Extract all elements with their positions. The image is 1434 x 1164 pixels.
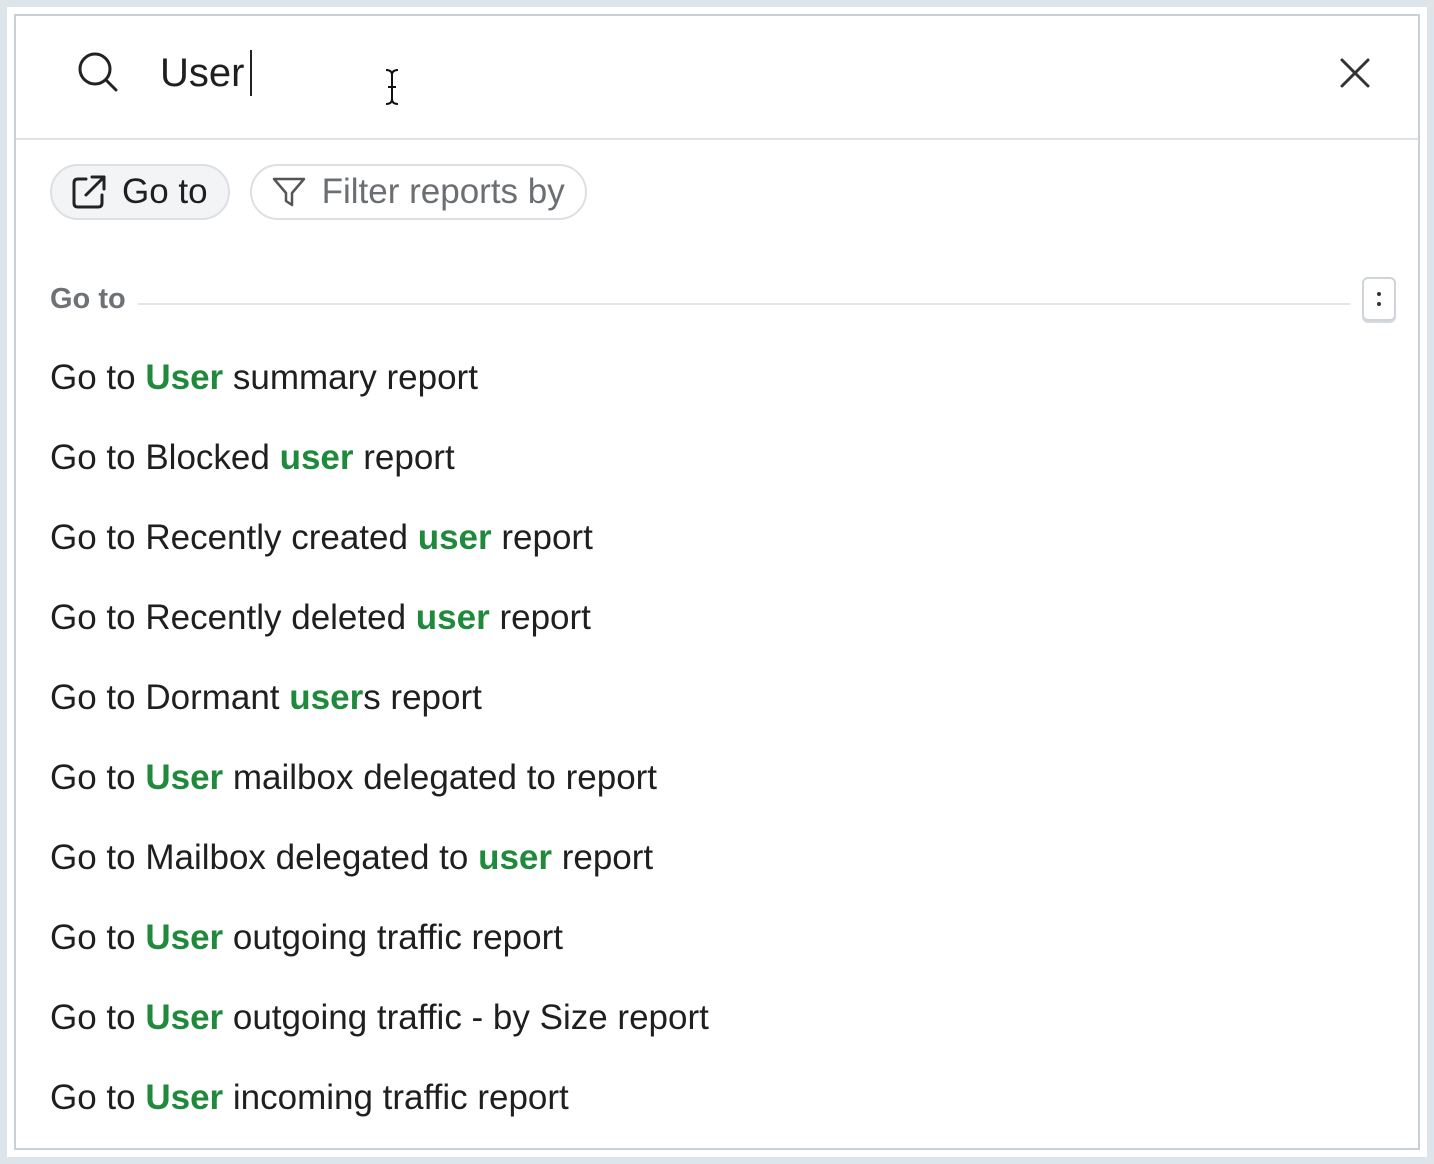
section-divider bbox=[137, 303, 1350, 305]
section-header-go-to: Go to bbox=[50, 274, 1396, 324]
search-panel: User Go to Filter reports by Go to Go to… bbox=[14, 14, 1420, 1150]
result-match-highlight: User bbox=[145, 1078, 224, 1117]
result-match-highlight: User bbox=[145, 918, 224, 957]
vertical-ellipsis-icon bbox=[1377, 292, 1381, 296]
result-text: Go to bbox=[50, 758, 146, 797]
result-item[interactable]: Go to User summary report bbox=[50, 346, 709, 426]
result-text: Go to Blocked bbox=[50, 438, 280, 477]
result-text: outgoing traffic report bbox=[223, 918, 563, 957]
close-icon[interactable] bbox=[1338, 56, 1372, 90]
result-item[interactable]: Go to User outgoing traffic - by Size re… bbox=[50, 986, 709, 1066]
chip-filter-reports-label: Filter reports by bbox=[321, 172, 565, 211]
external-link-icon bbox=[72, 175, 106, 209]
result-item[interactable]: Go to Recently created user report bbox=[50, 506, 709, 586]
filter-chips: Go to Filter reports by bbox=[50, 164, 587, 220]
result-item[interactable]: Go to Dormant users report bbox=[50, 666, 709, 746]
result-match-highlight: user bbox=[289, 678, 364, 717]
result-text: Go to Mailbox delegated to bbox=[50, 838, 479, 877]
result-text: s report bbox=[363, 678, 482, 717]
result-match-highlight: User bbox=[145, 758, 224, 797]
result-text: outgoing traffic - by Size report bbox=[223, 998, 709, 1037]
result-text: Go to Dormant bbox=[50, 678, 290, 717]
text-cursor-icon bbox=[385, 69, 399, 105]
result-item[interactable]: Go to User outgoing traffic report bbox=[50, 906, 709, 986]
result-text: Go to bbox=[50, 358, 146, 397]
chip-go-to-label: Go to bbox=[122, 172, 208, 211]
result-text: Go to bbox=[50, 918, 146, 957]
result-match-highlight: User bbox=[145, 358, 224, 397]
result-text: Go to bbox=[50, 998, 146, 1037]
result-text: report bbox=[353, 438, 455, 477]
result-text: incoming traffic report bbox=[223, 1078, 569, 1117]
result-item[interactable]: Go to Blocked user report bbox=[50, 426, 709, 506]
filter-icon bbox=[272, 177, 305, 207]
result-match-highlight: user bbox=[417, 518, 492, 557]
result-item[interactable]: Go to User mailbox delegated to report bbox=[50, 746, 709, 826]
search-icon bbox=[78, 52, 118, 92]
search-input[interactable]: User bbox=[160, 50, 253, 96]
result-text: report bbox=[552, 838, 654, 877]
result-text: Go to Recently created bbox=[50, 518, 418, 557]
result-text: report bbox=[491, 518, 593, 557]
result-item[interactable]: Go to User incoming traffic report bbox=[50, 1066, 709, 1146]
result-item[interactable]: Go to Mailbox delegated to user report bbox=[50, 826, 709, 906]
search-query: User bbox=[160, 51, 245, 95]
chip-go-to[interactable]: Go to bbox=[50, 164, 230, 220]
result-text: mailbox delegated to report bbox=[223, 758, 658, 797]
result-text: summary report bbox=[223, 358, 478, 397]
result-match-highlight: user bbox=[279, 438, 354, 477]
result-match-highlight: user bbox=[415, 598, 490, 637]
chip-filter-reports[interactable]: Filter reports by bbox=[249, 164, 587, 220]
search-dialog-frame: User Go to Filter reports by Go to Go to… bbox=[0, 0, 1434, 1164]
search-bar: User bbox=[16, 16, 1418, 140]
vertical-ellipsis-dot bbox=[1377, 302, 1381, 306]
result-item[interactable]: Go to Recently deleted user report bbox=[50, 586, 709, 666]
results-list: Go to User summary report Go to Blocked u… bbox=[50, 346, 709, 1146]
more-options-button[interactable] bbox=[1362, 277, 1396, 321]
result-text: report bbox=[489, 598, 591, 637]
result-match-highlight: user bbox=[478, 838, 552, 877]
result-match-highlight: User bbox=[145, 998, 224, 1037]
result-text: Go to bbox=[50, 1078, 146, 1117]
text-caret bbox=[250, 50, 253, 96]
section-title: Go to bbox=[50, 282, 126, 315]
result-text: Go to Recently deleted bbox=[50, 598, 416, 637]
